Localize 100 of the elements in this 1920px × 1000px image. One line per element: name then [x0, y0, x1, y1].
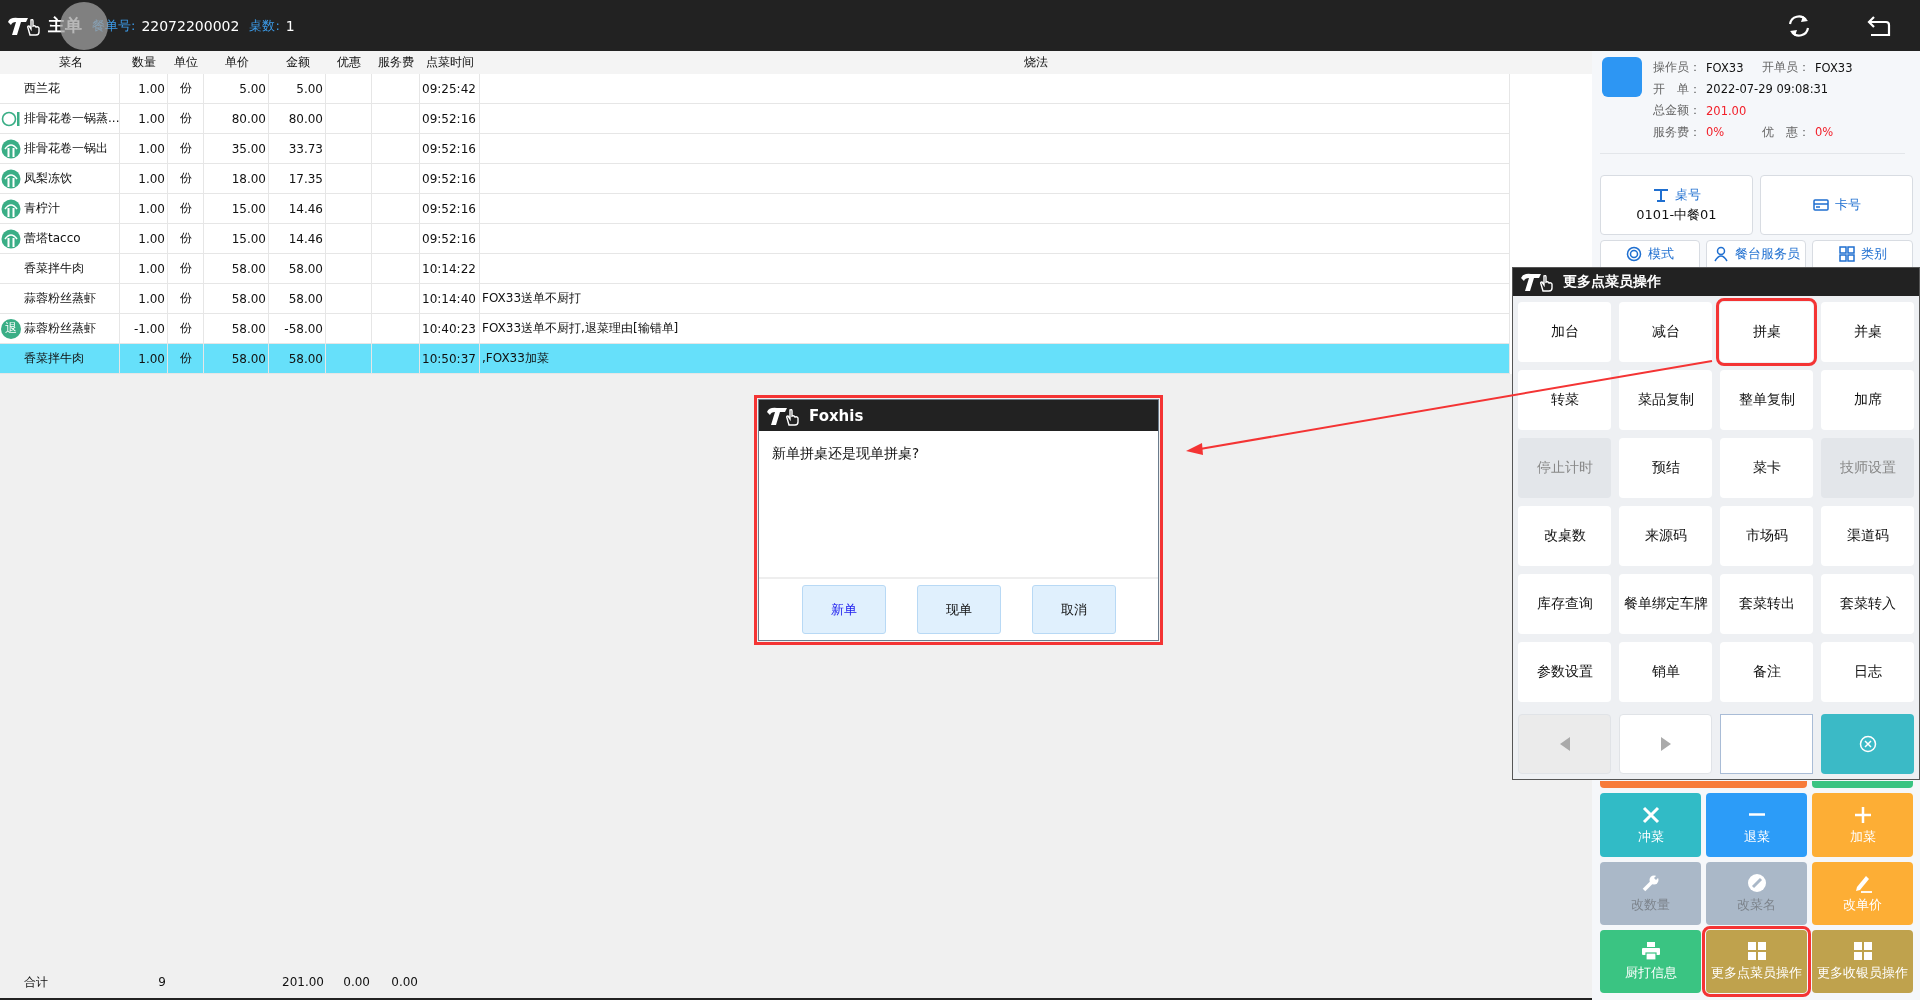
- unit-cell: 份: [179, 170, 192, 187]
- dish-name-cell: 排骨花卷一锅蒸...: [24, 110, 120, 127]
- plus-icon: [1852, 804, 1873, 825]
- caret-right-icon: [1659, 737, 1672, 751]
- table-row[interactable]: 香菜拌牛肉 1.00 份 58.00 58.00 10:14:22: [0, 254, 1510, 284]
- action-button[interactable]: 备注: [1720, 642, 1813, 702]
- dish-name-cell: 青柠汁: [24, 200, 60, 217]
- field-value: FOX33: [1706, 60, 1745, 75]
- unit-cell: 份: [179, 110, 192, 127]
- utensils-icon: [1, 228, 21, 249]
- minus-icon: [1746, 813, 1767, 816]
- quantity-cell: 1.00: [138, 141, 165, 156]
- dish-name-cell: 香菜拌牛肉: [24, 350, 84, 367]
- card-icon: [1812, 197, 1829, 213]
- unit-cell: 份: [179, 230, 192, 247]
- table-number-button[interactable]: 桌号 0101-中餐01: [1600, 175, 1753, 235]
- action-button[interactable]: 来源码: [1619, 506, 1712, 566]
- dish-name-cell: 西兰花: [24, 80, 60, 97]
- column-header: 服务费: [377, 54, 415, 71]
- action-button[interactable]: 菜卡: [1720, 438, 1813, 498]
- total-quantity: 9: [158, 975, 166, 989]
- table-row[interactable]: 蕾塔tacco 1.00 份 15.00 14.46 09:52:16: [0, 224, 1510, 254]
- price-cell: 58.00: [231, 291, 266, 306]
- quantity-cell: 1.00: [138, 231, 165, 246]
- table-row[interactable]: 凤梨冻饮 1.00 份 18.00 17.35 09:52:16: [0, 164, 1510, 194]
- unit-cell: 份: [179, 260, 192, 277]
- person-icon: [1712, 246, 1729, 262]
- order-time-cell: 09:25:42: [422, 81, 476, 96]
- dish-name-cell: 凤梨冻饮: [24, 170, 72, 187]
- action-button[interactable]: 市场码: [1720, 506, 1813, 566]
- action-button[interactable]: 参数设置: [1518, 642, 1611, 702]
- action-button[interactable]: 销单: [1619, 642, 1712, 702]
- card-number-button[interactable]: 卡号: [1760, 175, 1913, 235]
- order-time-cell: 09:52:16: [422, 231, 476, 246]
- quantity-cell: 1.00: [138, 291, 165, 306]
- dish-name-cell: 蒜蓉粉丝蒸虾: [24, 290, 96, 307]
- input-field[interactable]: [1720, 714, 1813, 774]
- column-header: 单价: [223, 54, 250, 71]
- table-icon: [1652, 187, 1669, 203]
- remark-cell: FOX33送单不厨打: [482, 290, 582, 307]
- action-button[interactable]: 餐单绑定车牌: [1619, 574, 1712, 634]
- table-row[interactable]: 排骨花卷一锅出 1.00 份 35.00 33.73 09:52:16: [0, 134, 1510, 164]
- logo-icon: [6, 15, 42, 36]
- order-time-cell: 10:40:23: [422, 321, 476, 336]
- price-cell: 80.00: [231, 111, 266, 126]
- table-row[interactable]: 蒜蓉粉丝蒸虾 1.00 份 58.00 58.00 10:14:40 FOX33送单不厨打: [0, 284, 1510, 314]
- action-button[interactable]: 加席: [1821, 370, 1914, 430]
- dish-name-cell: 蕾塔tacco: [24, 230, 81, 247]
- column-header: 点菜时间: [425, 54, 475, 71]
- quantity-cell: 1.00: [138, 351, 165, 366]
- price-cell: 18.00: [231, 171, 266, 186]
- next-button[interactable]: [1619, 714, 1712, 774]
- action-button[interactable]: 日志: [1821, 642, 1914, 702]
- printer-icon: [1640, 941, 1661, 961]
- field-label: 服务费：: [1653, 124, 1702, 140]
- table-row[interactable]: 西兰花 1.00 份 5.00 5.00 09:25:42: [0, 74, 1510, 104]
- price-cell: 58.00: [231, 351, 266, 366]
- total-service-fee: 0.00: [391, 975, 418, 989]
- unit-cell: 份: [179, 290, 192, 307]
- price-cell: 15.00: [231, 231, 266, 246]
- clear-button[interactable]: [1821, 714, 1914, 774]
- action-button[interactable]: 套菜转出: [1720, 574, 1813, 634]
- action-button[interactable]: 菜品复制: [1619, 370, 1712, 430]
- action-button[interactable]: 库存查询: [1518, 574, 1611, 634]
- table-row[interactable]: 排骨花卷一锅蒸... 1.00 份 80.00 80.00 09:52:16: [0, 104, 1510, 134]
- action-button[interactable]: 套菜转入: [1821, 574, 1914, 634]
- logo-icon: [765, 405, 801, 426]
- dialog-button[interactable]: 现单: [916, 585, 1001, 634]
- table-row[interactable]: 退 蒜蓉粉丝蒸虾 -1.00 份 58.00 -58.00 10:40:23 FOX33送单不厨打,退菜理由[输错单]: [0, 314, 1510, 344]
- dish-name-cell: 蒜蓉粉丝蒸虾: [24, 320, 96, 337]
- action-button[interactable]: 减台: [1619, 302, 1712, 362]
- action-button[interactable]: 渠道码: [1821, 506, 1914, 566]
- column-header: 单位: [173, 54, 199, 71]
- field-label: 开 单：: [1653, 81, 1702, 97]
- column-header: 数量: [131, 54, 157, 71]
- price-cell: 58.00: [231, 321, 266, 336]
- action-button[interactable]: 改桌数: [1518, 506, 1611, 566]
- field-value: 2022-07-29 09:08:31: [1706, 82, 1830, 97]
- dialog-button[interactable]: 新单: [801, 585, 886, 634]
- action-button[interactable]: 整单复制: [1720, 370, 1813, 430]
- price-cell: 58.00: [231, 261, 266, 276]
- action-button[interactable]: 并桌: [1821, 302, 1914, 362]
- edit-icon: [1746, 873, 1767, 893]
- field-label: 开单员：: [1762, 60, 1811, 76]
- action-button[interactable]: 加台: [1518, 302, 1611, 362]
- table-row[interactable]: 青柠汁 1.00 份 15.00 14.46 09:52:16: [0, 194, 1510, 224]
- order-time-cell: 10:14:22: [422, 261, 476, 276]
- return-badge: 退: [1, 318, 21, 339]
- table-row[interactable]: 香菜拌牛肉 1.00 份 58.00 58.00 10:50:37 ,FOX33加菜: [0, 344, 1510, 374]
- dialog-button[interactable]: 取消: [1031, 585, 1116, 634]
- column-header: 优惠: [336, 54, 362, 71]
- amount-cell: 58.00: [288, 261, 323, 276]
- action-button[interactable]: 转菜: [1518, 370, 1611, 430]
- utensils-icon: [1, 168, 21, 189]
- total-amount: 201.00: [1706, 103, 1748, 118]
- quantity-cell: -1.00: [133, 321, 165, 336]
- column-header: 金额: [284, 54, 311, 71]
- action-button[interactable]: 预结: [1619, 438, 1712, 498]
- table-count: 1: [285, 17, 295, 34]
- quantity-cell: 1.00: [138, 111, 165, 126]
